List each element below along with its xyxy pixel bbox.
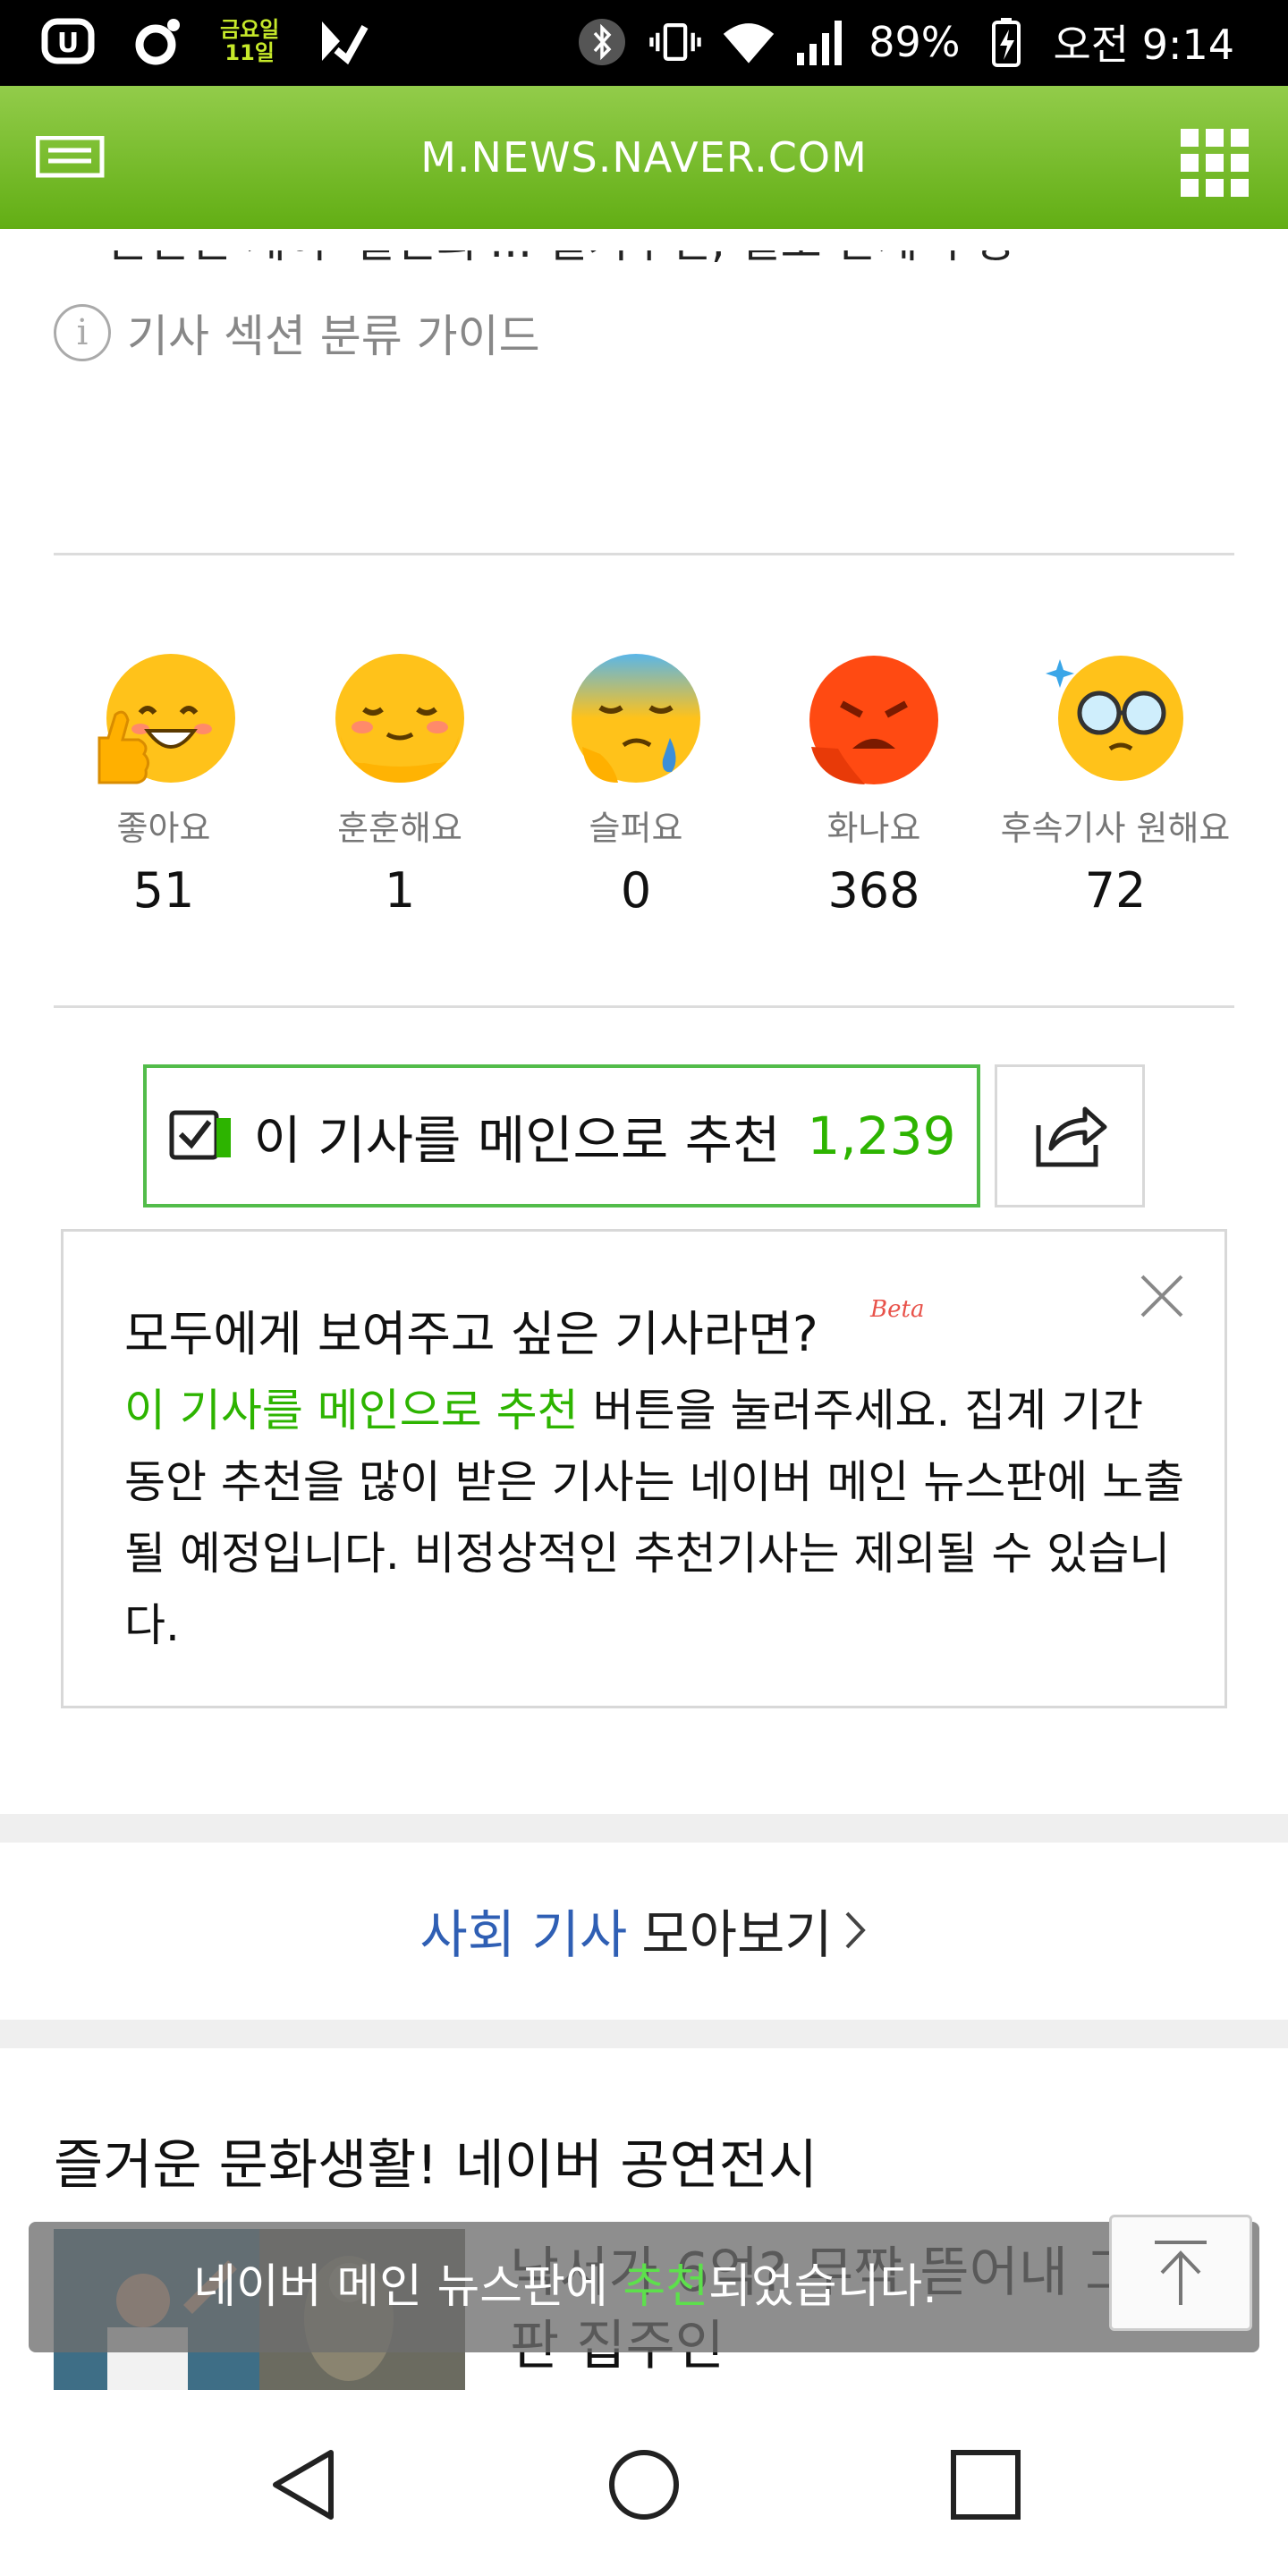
reaction-count: 51 — [132, 862, 195, 919]
reaction-label: 좋아요 — [116, 809, 211, 848]
scroll-top-button[interactable] — [1109, 2215, 1252, 2331]
divider — [54, 1005, 1234, 1008]
reaction-label: 훈훈해요 — [337, 809, 462, 848]
android-nav-bar — [0, 2397, 1288, 2576]
checkbox-icon — [168, 1106, 236, 1166]
status-bar: U 금요일 11일 89% 오전 9:14 — [0, 0, 1288, 86]
sad-face-icon — [564, 648, 708, 792]
reaction-sad[interactable]: 슬퍼요 0 — [515, 648, 757, 919]
toast-highlight: 추천 — [623, 2260, 709, 2314]
info-icon: i — [54, 304, 111, 361]
toast-message: 네이버 메인 뉴스판에 추천되었습니다. — [29, 2222, 1259, 2352]
warm-face-icon — [328, 648, 471, 792]
svg-text:U: U — [57, 28, 79, 59]
reaction-count: 1 — [384, 862, 416, 919]
reaction-count: 0 — [620, 862, 652, 919]
share-button[interactable] — [995, 1064, 1145, 1208]
thumbs-up-face-icon — [92, 648, 235, 792]
wifi-icon — [722, 15, 775, 69]
clock: 오전 9:14 — [1053, 21, 1234, 69]
check-app-icon — [315, 14, 369, 68]
url-title: M.NEWS.NAVER.COM — [420, 133, 868, 182]
back-icon[interactable] — [268, 2447, 340, 2522]
home-icon[interactable] — [606, 2447, 682, 2522]
battery-charging-icon — [979, 15, 1033, 69]
section-name: 사회 기사 — [419, 1904, 628, 1965]
close-icon[interactable] — [1133, 1267, 1191, 1325]
signal-icon — [795, 15, 849, 69]
vibrate-icon — [648, 15, 702, 69]
share-icon — [1030, 1098, 1110, 1174]
reaction-count: 368 — [827, 862, 920, 919]
recommend-info-box: 모두에게 보여주고 싶은 기사라면? Beta 이 기사를 메인으로 추천 버튼… — [61, 1229, 1227, 1708]
section-separator — [0, 2020, 1288, 2048]
chevron-right-icon — [845, 1911, 866, 1949]
reaction-count: 72 — [1084, 862, 1147, 919]
battery-percent: 89% — [869, 18, 961, 66]
reaction-follow-up[interactable]: 후속기사 원해요 72 — [995, 648, 1236, 919]
apps-grid-icon[interactable] — [1181, 129, 1249, 197]
reaction-warm[interactable]: 훈훈해요 1 — [279, 648, 521, 919]
arrow-up-icon — [1155, 2241, 1207, 2305]
section-more: 모아보기 — [641, 1904, 833, 1965]
recent-apps-icon[interactable] — [948, 2447, 1023, 2522]
toast-suffix: 되었습니다. — [708, 2260, 937, 2314]
beta-badge: Beta — [870, 1296, 925, 1323]
divider — [54, 553, 1234, 555]
recommend-count: 1,239 — [807, 1106, 956, 1166]
app-header: M.NEWS.NAVER.COM — [0, 86, 1288, 229]
section-guide-link[interactable]: i 기사 섹션 분류 가이드 — [54, 301, 540, 365]
recommend-main-button[interactable]: 이 기사를 메인으로 추천 1,239 — [143, 1064, 980, 1208]
menu-icon[interactable] — [35, 135, 106, 181]
section-separator — [0, 1814, 1288, 1843]
info-highlight: 이 기사를 메인으로 추천 — [124, 1385, 579, 1436]
calendar-badge-icon: 금요일 11일 — [220, 17, 280, 65]
recommend-label: 이 기사를 메인으로 추천 — [253, 1110, 781, 1171]
guide-label: 기사 섹션 분류 가이드 — [127, 310, 540, 362]
info-body: 이 기사를 메인으로 추천 버튼을 눌러주세요. 집계 기간 동안 추천을 많이… — [124, 1375, 1189, 1661]
glasses-face-icon — [1044, 648, 1187, 792]
bluetooth-icon — [575, 15, 629, 69]
u-plus-icon: U — [41, 14, 95, 68]
toast-prefix: 네이버 메인 뉴스판에 — [193, 2260, 623, 2314]
info-title: 모두에게 보여주고 싶은 기사라면? — [124, 1306, 818, 1362]
reaction-like[interactable]: 좋아요 51 — [43, 648, 284, 919]
toast-text: 네이버 메인 뉴스판에 추천되었습니다. — [29, 2222, 1102, 2352]
angry-face-icon — [802, 648, 945, 792]
o-app-icon — [131, 14, 184, 68]
reaction-label: 화나요 — [826, 809, 921, 848]
reaction-angry[interactable]: 화나요 368 — [753, 648, 995, 919]
reaction-label: 후속기사 원해요 — [1000, 809, 1231, 848]
culture-section-title: 즐거운 문화생활! 네이버 공연전시 — [54, 2134, 818, 2197]
section-collection-link[interactable]: 사회 기사 모아보기 — [0, 1841, 1288, 2020]
reaction-label: 슬퍼요 — [589, 809, 683, 848]
